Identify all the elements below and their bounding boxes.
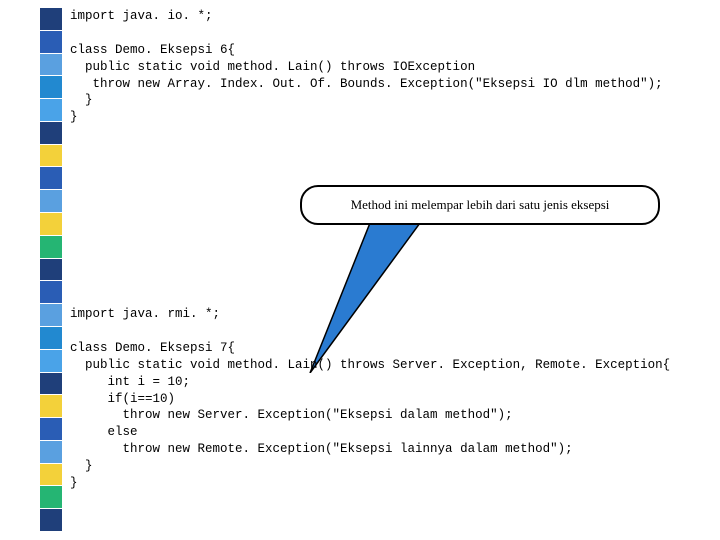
sidebar-square [40,99,62,121]
sidebar-square [40,281,62,303]
code-block-1: import java. io. *; class Demo. Eksepsi … [70,8,712,126]
sidebar-square [40,213,62,235]
callout: Method ini melempar lebih dari satu jeni… [300,185,660,225]
callout-text: Method ini melempar lebih dari satu jeni… [351,197,610,212]
sidebar-square [40,54,62,76]
sidebar-square [40,304,62,326]
sidebar-square [40,327,62,349]
slide-content: import java. io. *; class Demo. Eksepsi … [70,8,712,492]
sidebar-square [40,395,62,417]
sidebar-square [40,31,62,53]
sidebar-square [40,441,62,463]
code-block-2: import java. rmi. *; class Demo. Eksepsi… [70,306,712,492]
sidebar-square [40,167,62,189]
sidebar-square [40,509,62,531]
sidebar-square [40,350,62,372]
sidebar-square [40,486,62,508]
sidebar-square [40,236,62,258]
sidebar-square [40,190,62,212]
sidebar-square [40,259,62,281]
sidebar-square [40,8,62,30]
sidebar-square [40,418,62,440]
decorative-sidebar [40,8,62,532]
sidebar-square [40,464,62,486]
sidebar-square [40,76,62,98]
callout-box: Method ini melempar lebih dari satu jeni… [300,185,660,225]
sidebar-square [40,373,62,395]
sidebar-square [40,145,62,167]
sidebar-square [40,122,62,144]
